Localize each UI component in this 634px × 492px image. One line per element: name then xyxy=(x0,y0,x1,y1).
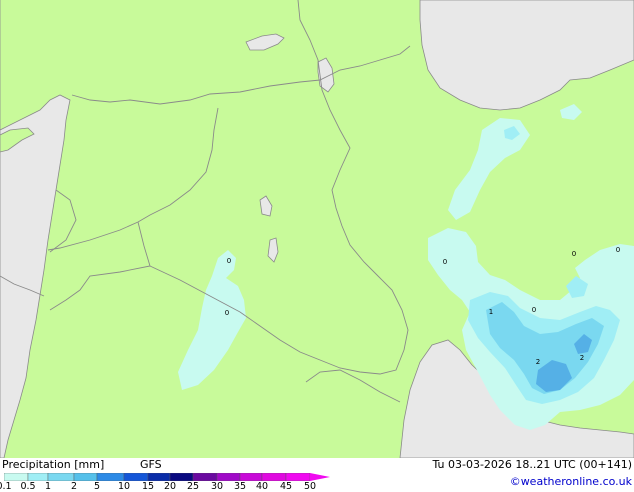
legend-swatch xyxy=(123,473,149,481)
point-value: 2 xyxy=(536,358,540,366)
legend-swatch xyxy=(147,473,171,481)
map-root: 0 0 0 0 0 1 0 2 2 Precipitation [mm] GFS… xyxy=(0,0,634,492)
legend-swatch xyxy=(261,473,287,481)
valid-time: Tu 03-03-2026 18..21 UTC (00+141) xyxy=(432,458,632,471)
legend-tick-label: 45 xyxy=(279,481,293,492)
legend-tick-label: 40 xyxy=(255,481,269,492)
legend-swatch xyxy=(4,473,29,481)
legend-colorbar xyxy=(4,473,330,481)
legend-arrow xyxy=(310,473,330,481)
legend-tick-label: 0.5 xyxy=(20,481,36,492)
map-title: Precipitation [mm] xyxy=(2,458,105,471)
point-value: 2 xyxy=(580,354,584,362)
precipitation-map: 0 0 0 0 0 1 0 2 2 xyxy=(0,0,634,458)
legend-footer: Precipitation [mm] GFS Tu 03-03-2026 18.… xyxy=(0,458,634,492)
point-value: 0 xyxy=(532,306,536,314)
legend-swatch xyxy=(169,473,194,481)
legend-swatch xyxy=(239,473,263,481)
legend-tick-label: 10 xyxy=(117,481,131,492)
point-value: 0 xyxy=(616,246,620,254)
point-value: 0 xyxy=(225,309,229,317)
legend-tick-label: 20 xyxy=(163,481,177,492)
legend-tick-label: 35 xyxy=(233,481,247,492)
legend-tick-label: 15 xyxy=(141,481,155,492)
legend-swatch xyxy=(96,473,125,481)
model-name: GFS xyxy=(140,458,162,471)
legend-tick-label: 50 xyxy=(303,481,317,492)
point-value: 0 xyxy=(227,257,231,265)
legend-tick-label: 1 xyxy=(44,481,52,492)
legend-swatch xyxy=(73,473,98,481)
legend-tick-label: 30 xyxy=(210,481,224,492)
point-value: 0 xyxy=(443,258,447,266)
credit-link[interactable]: ©weatheronline.co.uk xyxy=(510,476,632,488)
legend-swatch xyxy=(192,473,218,481)
legend-swatch xyxy=(27,473,49,481)
legend-tick-label: 25 xyxy=(186,481,200,492)
legend-tick-label: 2 xyxy=(70,481,78,492)
legend-swatch xyxy=(285,473,311,481)
legend-tick-label: 5 xyxy=(93,481,101,492)
legend-swatch xyxy=(47,473,75,481)
point-value: 1 xyxy=(489,308,493,316)
point-value: 0 xyxy=(572,250,576,258)
legend-swatch xyxy=(216,473,241,481)
legend-tick-label: 0.1 xyxy=(0,481,12,492)
